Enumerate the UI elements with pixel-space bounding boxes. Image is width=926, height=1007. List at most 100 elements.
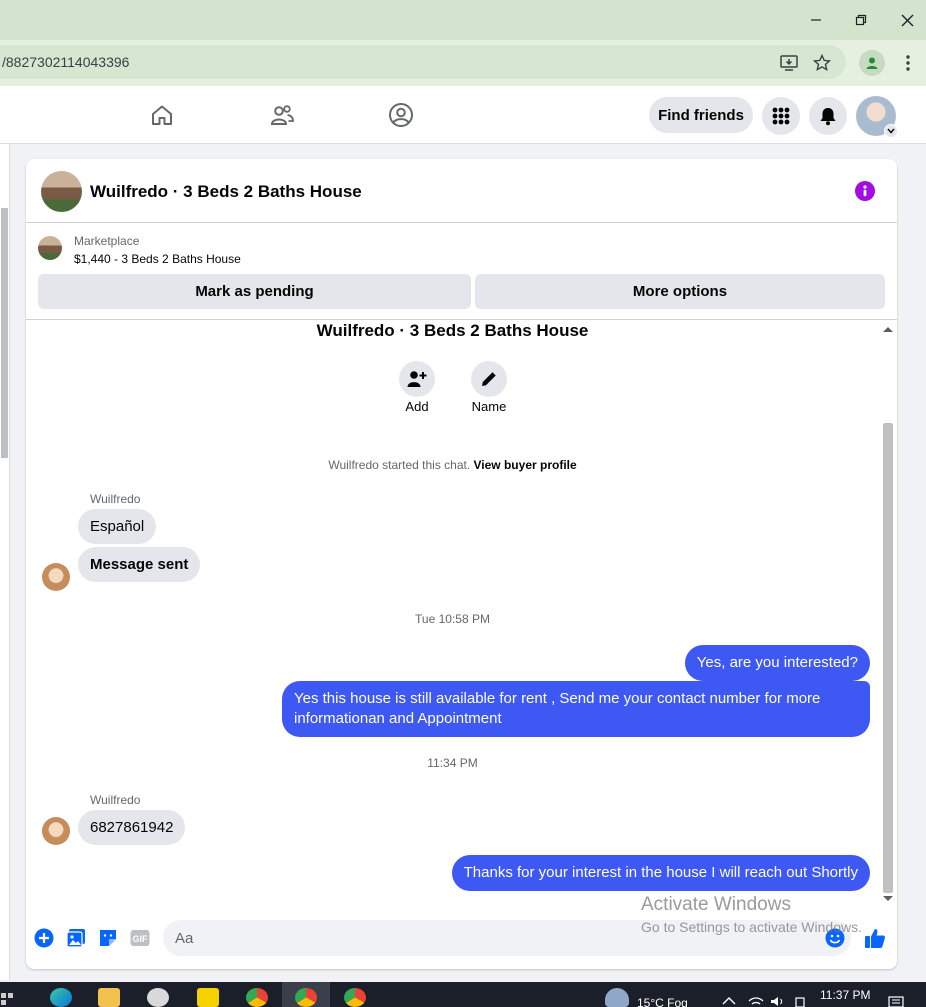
sender-avatar[interactable] [42,563,70,591]
account-avatar-button[interactable] [856,96,898,138]
find-friends-button[interactable]: Find friends [649,97,753,133]
sticker-icon [100,930,116,946]
add-label: Add [405,399,429,414]
chrome-icon[interactable] [295,988,317,1007]
home-tab[interactable] [145,98,179,132]
menu-button[interactable] [762,97,800,135]
browser-menu-button[interactable] [897,52,919,74]
profile-tab[interactable] [384,98,418,132]
system-clock[interactable]: 11:37 PM [820,988,870,1002]
task-view-icon[interactable] [0,988,16,1007]
file-explorer-icon[interactable] [98,988,120,1007]
install-app-icon [780,55,798,71]
sticky-notes-icon[interactable] [197,988,219,1007]
chat-started-note: Wuilfredo started this chat. View buyer … [26,458,879,472]
notifications-button[interactable] [809,97,847,135]
friends-tab[interactable] [265,98,299,132]
profile-icon [866,57,878,69]
restore-icon [855,14,867,26]
system-note-text: Wuilfredo started this chat. [328,458,471,472]
chat-scrollbar[interactable] [879,321,897,906]
restore-button[interactable] [846,8,876,32]
bookmark-star-button[interactable] [811,52,833,74]
message-input[interactable] [163,920,851,956]
marketplace-chat-window: Wuilfredo · 3 Beds 2 Baths House Marketp… [26,159,897,969]
address-bar[interactable]: /8827302114043396 [0,45,846,79]
more-vert-icon [906,55,910,71]
sender-avatar[interactable] [42,817,70,845]
more-actions-button[interactable] [33,927,55,949]
incoming-message[interactable]: Español [78,509,157,544]
message-list[interactable]: Wuilfredo · 3 Beds 2 Baths House Add Nam… [26,321,897,906]
weather-cloud-icon[interactable] [605,988,629,1007]
gif-button[interactable]: GIF [129,927,151,949]
emoji-button[interactable] [824,927,846,949]
profile-circle-icon [389,103,413,127]
incoming-message[interactable]: Message sent [78,547,201,582]
close-window-button[interactable] [892,8,922,32]
friends-icon [270,105,294,125]
plus-circle-icon [34,928,54,948]
chat-scrollbar-thumb[interactable] [883,423,893,893]
chrome-icon[interactable] [246,988,268,1007]
page-scrollbar-thumb[interactable] [1,208,8,458]
grid-menu-icon [772,107,790,125]
scroll-down-arrow[interactable] [883,896,893,901]
weather-text[interactable]: 15°C Fog [637,996,688,1007]
send-like-button[interactable] [864,927,886,949]
photo-icon [66,929,85,948]
name-label: Name [471,399,507,414]
message-timestamp: Tue 10:58 PM [415,612,490,626]
gif-icon-label: GIF [133,934,149,944]
chevron-up-icon[interactable] [722,996,736,1005]
wifi-icon[interactable] [748,996,764,1007]
notification-center-icon[interactable] [888,996,906,1007]
star-icon [813,54,831,72]
close-icon [901,14,913,26]
listing-avatar[interactable] [41,171,82,212]
page-scrollbar[interactable] [0,144,10,980]
thumbs-up-icon [865,929,885,948]
install-app-button[interactable] [778,52,800,74]
more-options-button[interactable]: More options [475,274,885,309]
paint-app-icon[interactable] [147,988,169,1007]
home-icon [152,105,172,125]
conversation-info-button[interactable] [855,181,875,201]
sticker-button[interactable] [97,927,119,949]
view-buyer-profile-link[interactable]: View buyer profile [474,458,577,472]
browser-title-bar [0,0,926,40]
pencil-icon [482,372,496,386]
bell-icon [820,108,836,126]
conversation-title: Wuilfredo · 3 Beds 2 Baths House [316,321,589,340]
add-people-button[interactable] [399,361,435,397]
listing-thumbnail[interactable] [38,236,62,260]
incoming-message[interactable]: 6827861942 [78,810,186,845]
battery-icon[interactable] [795,996,805,1007]
chat-header: Wuilfredo · 3 Beds 2 Baths House [26,159,897,223]
attach-photo-button[interactable] [65,927,87,949]
chat-title[interactable]: Wuilfredo · 3 Beds 2 Baths House [90,182,362,202]
outgoing-message[interactable]: Thanks for your interest in the house I … [451,855,870,891]
profile-button[interactable] [859,50,885,76]
emoji-icon [825,928,845,948]
edit-name-button[interactable] [471,361,507,397]
outgoing-message[interactable]: Yes, are you interested? [684,645,870,681]
listing-price-title[interactable]: $1,440 - 3 Beds 2 Baths House [74,252,241,266]
scroll-up-arrow[interactable] [883,327,893,332]
gif-icon: GIF [130,930,150,946]
marketplace-listing-panel: Marketplace $1,440 - 3 Beds 2 Baths Hous… [26,224,897,320]
windows-taskbar: 15°C Fog 11:37 PM [0,982,926,1007]
add-person-icon [407,371,427,387]
chrome-icon[interactable] [344,988,366,1007]
message-composer: GIF [26,911,897,969]
volume-icon[interactable] [770,996,786,1007]
url-text[interactable]: /8827302114043396 [2,54,129,70]
minimize-button[interactable] [801,8,831,32]
sender-name: Wuilfredo [90,492,141,506]
info-icon [863,185,867,197]
mark-as-pending-button[interactable]: Mark as pending [38,274,471,309]
minimize-icon [811,19,821,21]
browser-toolbar: /8827302114043396 [0,40,926,86]
outgoing-message[interactable]: Yes this house is still available for re… [282,681,870,737]
edge-browser-icon[interactable] [50,988,72,1007]
